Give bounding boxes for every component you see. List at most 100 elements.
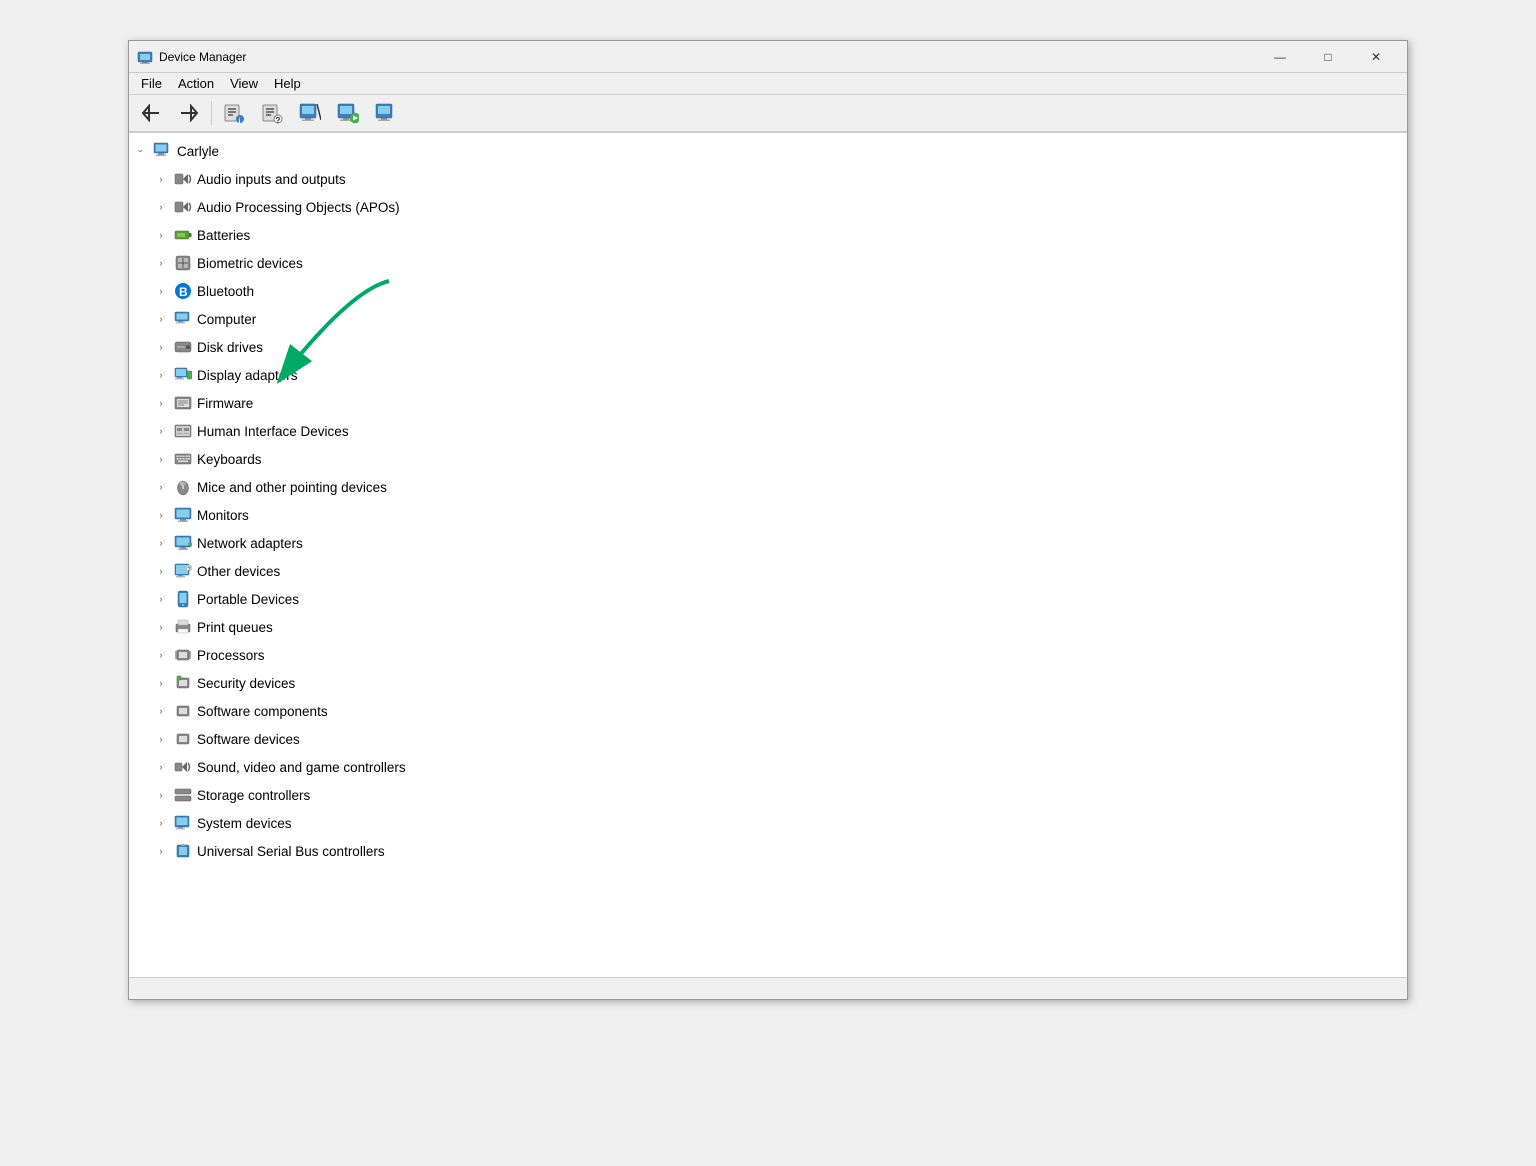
audio-inputs-label: Audio inputs and outputs [197, 172, 346, 187]
security-label: Security devices [197, 676, 295, 691]
tree-item-biometric[interactable]: › Biometric devices [129, 249, 1407, 277]
tree-item-audio-inputs[interactable]: › Audio inputs and outputs [129, 165, 1407, 193]
usb-icon [173, 841, 193, 861]
tree-item-computer[interactable]: › Computer [129, 305, 1407, 333]
device-tree: › Carlyle › Audio in [129, 133, 1407, 977]
other-label: Other devices [197, 564, 280, 579]
mice-icon [173, 477, 193, 497]
tree-item-usb[interactable]: › Universal Serial Bus controllers [129, 837, 1407, 865]
tree-item-software-devices[interactable]: › Software devices [129, 725, 1407, 753]
tree-item-bluetooth[interactable]: › B Bluetooth [129, 277, 1407, 305]
software-components-label: Software components [197, 704, 328, 719]
mice-label: Mice and other pointing devices [197, 480, 387, 495]
tree-item-storage[interactable]: › Storage controllers [129, 781, 1407, 809]
computer-item-icon [173, 309, 193, 329]
tree-item-hid[interactable]: › Human Interface Devices [129, 417, 1407, 445]
security-icon [173, 673, 193, 693]
audio-processing-label: Audio Processing Objects (APOs) [197, 200, 400, 215]
print-label: Print queues [197, 620, 273, 635]
chevron-processors: › [153, 647, 169, 663]
chevron-network: › [153, 535, 169, 551]
tree-item-sound[interactable]: › Sound, video and game controllers [129, 753, 1407, 781]
chevron-audio-processing: › [153, 199, 169, 215]
storage-label: Storage controllers [197, 788, 310, 803]
firmware-icon [173, 393, 193, 413]
sound-label: Sound, video and game controllers [197, 760, 406, 775]
tree-item-audio-processing[interactable]: › Audio Processing Objects (APOs) [129, 193, 1407, 221]
tree-item-monitors[interactable]: › Monitors [129, 501, 1407, 529]
firmware-label: Firmware [197, 396, 253, 411]
svg-text:?: ? [276, 116, 281, 124]
tree-item-display-adapters[interactable]: › Display adapters [129, 361, 1407, 389]
show-properties-button[interactable]: i [216, 98, 252, 128]
update-driver-button[interactable] [330, 98, 366, 128]
toolbar-separator-1 [211, 101, 212, 125]
chevron-software-devices: › [153, 731, 169, 747]
tree-root-carlyle[interactable]: › Carlyle [129, 137, 1407, 165]
chevron-portable: › [153, 591, 169, 607]
processors-label: Processors [197, 648, 265, 663]
tree-item-network[interactable]: › Network adapters [129, 529, 1407, 557]
monitors-label: Monitors [197, 508, 249, 523]
usb-label: Universal Serial Bus controllers [197, 844, 385, 859]
audio-processing-icon [173, 197, 193, 217]
keyboards-icon [173, 449, 193, 469]
portable-label: Portable Devices [197, 592, 299, 607]
chevron-other: › [153, 563, 169, 579]
display-adapters-label: Display adapters [197, 368, 298, 383]
sound-icon [173, 757, 193, 777]
menu-help[interactable]: Help [266, 74, 309, 93]
batteries-icon [173, 225, 193, 245]
minimize-button[interactable]: — [1257, 43, 1303, 71]
tree-item-processors[interactable]: › Processors [129, 641, 1407, 669]
svg-text:B: B [179, 285, 188, 299]
system-icon [173, 813, 193, 833]
hid-icon [173, 421, 193, 441]
help-button[interactable]: ? [254, 98, 290, 128]
menu-view[interactable]: View [222, 74, 266, 93]
chevron-computer: › [153, 311, 169, 327]
tree-item-security[interactable]: › Security devices [129, 669, 1407, 697]
tree-item-batteries[interactable]: › Batteries [129, 221, 1407, 249]
processors-icon [173, 645, 193, 665]
tree-item-keyboards[interactable]: › Keyboards [129, 445, 1407, 473]
chevron-disk-drives: › [153, 339, 169, 355]
back-button[interactable] [133, 98, 169, 128]
other-icon: ? [173, 561, 193, 581]
tree-item-other[interactable]: › ? Other devices [129, 557, 1407, 585]
hid-label: Human Interface Devices [197, 424, 349, 439]
chevron-security: › [153, 675, 169, 691]
close-button[interactable]: ✕ [1353, 43, 1399, 71]
tree-item-print[interactable]: › Print queues [129, 613, 1407, 641]
chevron-mice: › [153, 479, 169, 495]
window-title: Device Manager [159, 50, 1257, 64]
scan-button[interactable] [368, 98, 404, 128]
software-components-icon [173, 701, 193, 721]
computer-icon [153, 141, 173, 161]
svg-text:i: i [239, 118, 241, 124]
tree-item-disk-drives[interactable]: › Disk drives [129, 333, 1407, 361]
biometric-label: Biometric devices [197, 256, 303, 271]
tree-item-portable[interactable]: › Portable Devices [129, 585, 1407, 613]
chevron-monitors: › [153, 507, 169, 523]
tree-item-firmware[interactable]: › Firmware [129, 389, 1407, 417]
tree-item-software-components[interactable]: › Software components [129, 697, 1407, 725]
tree-item-mice[interactable]: › Mice and other pointing devices [129, 473, 1407, 501]
hide-device-button[interactable] [292, 98, 328, 128]
monitors-icon [173, 505, 193, 525]
chevron-usb: › [153, 843, 169, 859]
software-devices-icon [173, 729, 193, 749]
biometric-icon [173, 253, 193, 273]
forward-button[interactable] [171, 98, 207, 128]
app-icon [137, 49, 153, 65]
statusbar [129, 977, 1407, 999]
menu-action[interactable]: Action [170, 74, 222, 93]
menu-file[interactable]: File [133, 74, 170, 93]
svg-text:?: ? [187, 567, 191, 573]
disk-drives-label: Disk drives [197, 340, 263, 355]
keyboards-label: Keyboards [197, 452, 262, 467]
portable-icon [173, 589, 193, 609]
maximize-button[interactable]: □ [1305, 43, 1351, 71]
tree-item-system[interactable]: › System devices [129, 809, 1407, 837]
print-icon [173, 617, 193, 637]
